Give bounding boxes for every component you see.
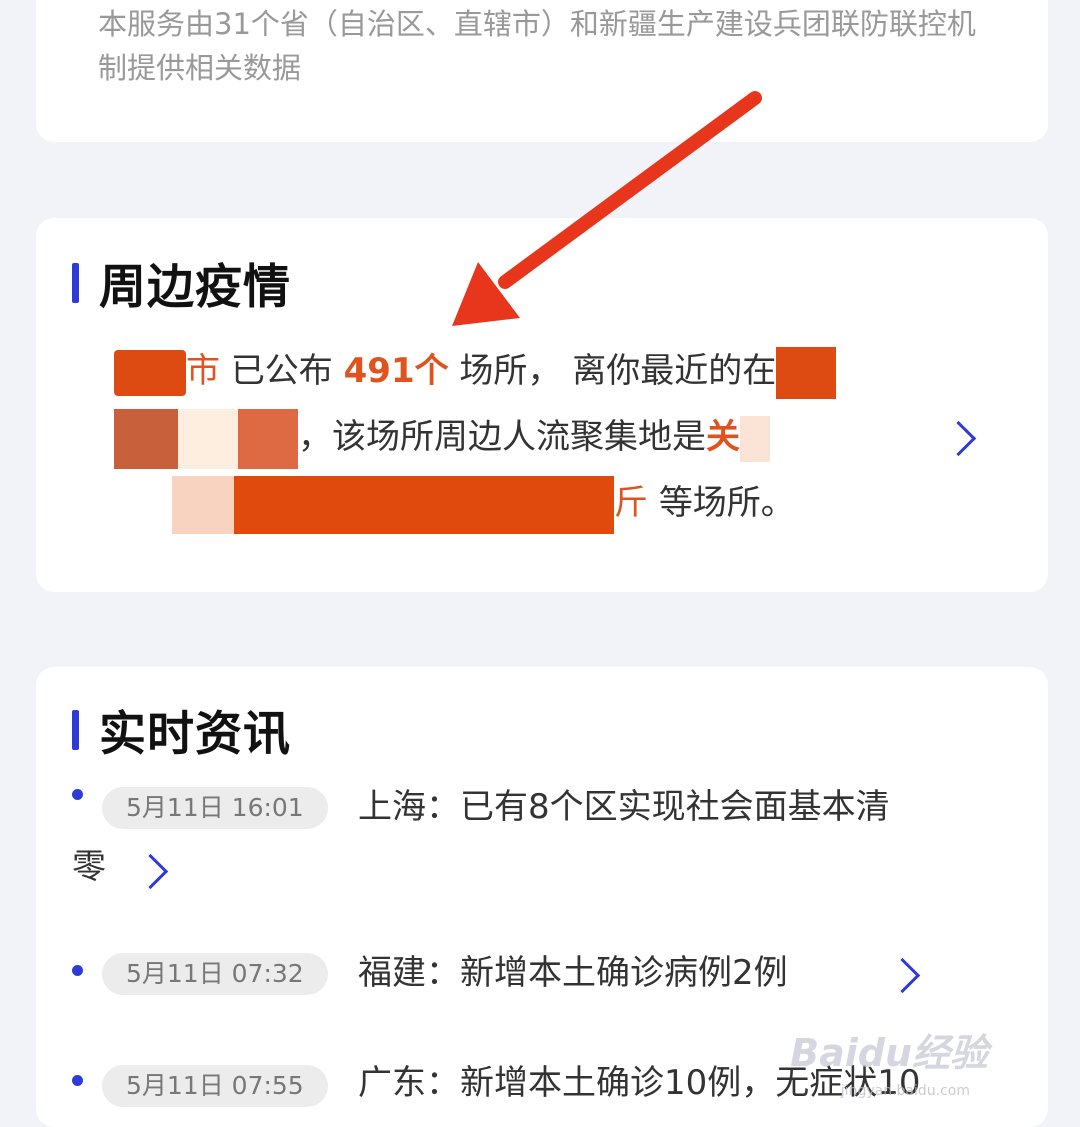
bullet-dot xyxy=(72,965,83,976)
realtime-news-card: 实时资讯 5月11日 16:01 上海：已有8个区实现社会面基本清 零 5月11… xyxy=(36,667,1048,1127)
data-source-card: 本服务由31个省（自治区、直辖市）和新疆生产建设兵团联防联控机制提供相关数据 xyxy=(36,0,1048,142)
bullet-dot xyxy=(72,789,83,800)
nearby-summary-text[interactable]: 市 已公布 491个 场所， 离你最近的在 ，该场所周边人流聚集地是关 斤 等场… xyxy=(114,338,954,536)
news-chevron-right-icon[interactable] xyxy=(132,853,169,890)
redacted-crowd-place xyxy=(740,415,770,462)
nearby-epidemic-card[interactable]: 周边疫情 市 已公布 491个 场所， 离你最近的在 ，该场所周边人流聚集地是关… xyxy=(36,218,1048,592)
news-chevron-right-icon[interactable] xyxy=(884,957,921,994)
nearest-text: 离你最近的在 xyxy=(572,351,777,391)
crowd-place-end-char: 斤 xyxy=(614,483,648,523)
watermark-logo: Baidu经验 xyxy=(790,1031,988,1075)
news-time-badge: 5月11日 07:55 xyxy=(102,1065,328,1107)
news-title: 上海：已有8个区实现社会面基本清 xyxy=(358,787,890,827)
news-item[interactable]: 5月11日 07:32 福建：新增本土确诊病例2例 xyxy=(72,945,1032,1005)
crowd-text: ，该场所周边人流聚集地是 xyxy=(298,417,706,457)
news-section-header: 实时资讯 xyxy=(72,695,291,764)
bullet-dot xyxy=(72,1075,83,1086)
crowd-place-char: 关 xyxy=(706,417,740,457)
places-text: 场所， xyxy=(459,351,562,391)
data-source-text: 本服务由31个省（自治区、直辖市）和新疆生产建设兵团联防联控机制提供相关数据 xyxy=(98,7,976,85)
etc-places-text: 等场所。 xyxy=(658,483,795,523)
redacted-city xyxy=(114,349,186,396)
published-text: 已公布 xyxy=(230,351,333,391)
news-time-badge: 5月11日 16:01 xyxy=(102,787,328,829)
news-item[interactable]: 5月11日 16:01 上海：已有8个区实现社会面基本清 零 xyxy=(72,777,1032,897)
redacted-nearest-place xyxy=(776,346,837,399)
city-suffix: 市 xyxy=(186,351,220,391)
news-time-badge: 5月11日 07:32 xyxy=(102,953,328,995)
redacted-place-name xyxy=(114,408,298,469)
watermark-url: jingyan.baidu.com xyxy=(840,1083,970,1099)
place-count: 491个 xyxy=(343,351,449,391)
news-section-title: 实时资讯 xyxy=(99,707,291,762)
redacted-crowd-places xyxy=(114,475,614,534)
news-title-line2: 零 xyxy=(72,847,106,887)
nearby-section-title: 周边疫情 xyxy=(99,260,291,315)
section-accent-bar xyxy=(72,709,79,750)
nearby-section-header: 周边疫情 xyxy=(72,248,291,317)
section-accent-bar xyxy=(72,262,79,303)
news-title: 福建：新增本土确诊病例2例 xyxy=(358,953,788,993)
